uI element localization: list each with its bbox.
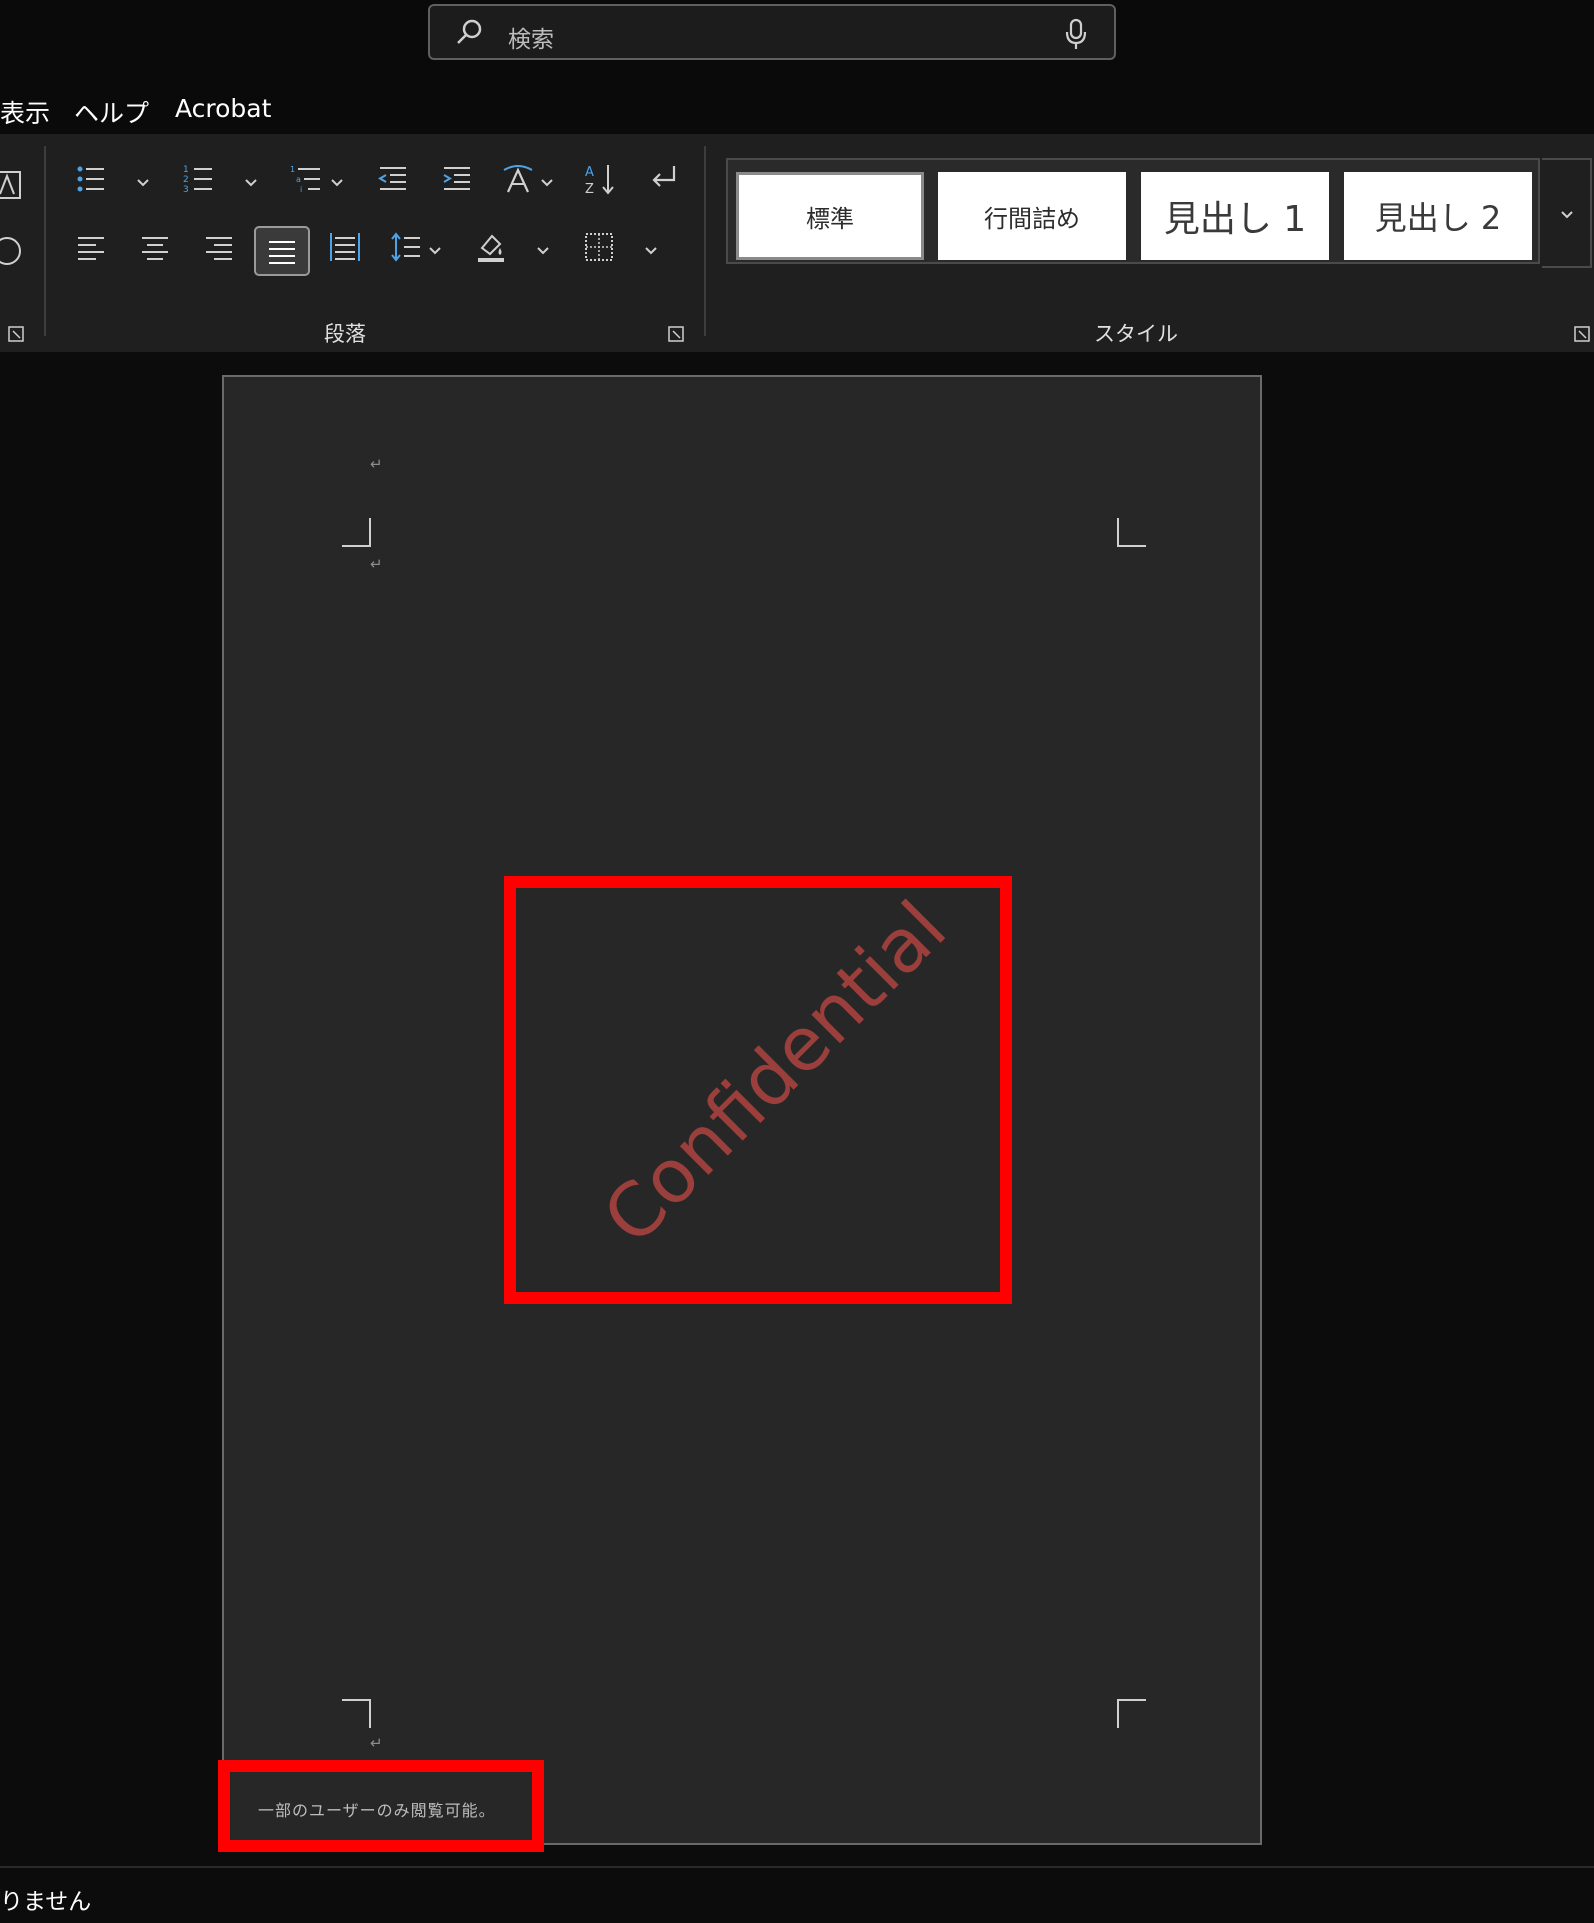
styles-group-label: スタイル — [1094, 322, 1178, 346]
style-normal-label: 標準 — [806, 204, 854, 233]
style-heading-2[interactable]: 見出し 2 — [1344, 172, 1532, 260]
borders-icon[interactable] — [582, 230, 616, 264]
bullets-icon[interactable] — [74, 162, 108, 196]
styles-more-button[interactable] — [1542, 158, 1592, 268]
search-box[interactable]: 検索 — [428, 4, 1116, 60]
watermark-highlight-box — [504, 876, 1012, 1304]
sort-icon[interactable]: A Z — [584, 162, 618, 196]
chevron-down-icon[interactable] — [428, 246, 442, 256]
chevron-down-icon[interactable] — [540, 178, 554, 188]
paragraph-group-label: 段落 — [324, 322, 366, 346]
microphone-icon[interactable] — [1064, 18, 1088, 50]
ribbon-separator — [704, 146, 706, 336]
style-heading-1[interactable]: 見出し 1 — [1141, 172, 1329, 260]
status-bar — [0, 1866, 1594, 1923]
styles-gallery: 標準 行間詰め 見出し 1 見出し 2 — [726, 158, 1540, 264]
footer-note: 一部のユーザーのみ閲覧可能。 — [258, 1801, 496, 1820]
font-dialog-launcher-icon[interactable] — [8, 326, 24, 342]
chevron-down-icon[interactable] — [330, 178, 344, 188]
paragraph-mark: ↵ — [370, 555, 383, 573]
justify-icon — [269, 241, 295, 264]
chevron-down-icon[interactable] — [244, 178, 258, 188]
status-text: りません — [0, 1889, 92, 1915]
decrease-indent-icon[interactable] — [376, 162, 410, 196]
style-heading-1-label: 見出し 1 — [1163, 199, 1307, 240]
search-placeholder: 検索 — [508, 27, 554, 53]
paragraph-mark: ↵ — [370, 1734, 383, 1752]
text-direction-icon[interactable] — [502, 162, 536, 196]
svg-text:a: a — [296, 175, 301, 184]
distributed-icon[interactable] — [328, 230, 362, 264]
svg-text:Z: Z — [585, 182, 594, 196]
style-no-spacing-label: 行間詰め — [984, 204, 1080, 233]
line-spacing-icon[interactable] — [390, 230, 424, 264]
shading-icon[interactable] — [474, 230, 508, 264]
styles-dialog-launcher-icon[interactable] — [1574, 326, 1590, 342]
style-normal[interactable]: 標準 — [736, 172, 924, 260]
chevron-down-icon — [1561, 211, 1573, 219]
style-heading-2-label: 見出し 2 — [1374, 199, 1502, 237]
chevron-down-icon[interactable] — [644, 246, 658, 256]
paragraph-dialog-launcher-icon[interactable] — [668, 326, 684, 342]
increase-indent-icon[interactable] — [440, 162, 474, 196]
menu-acrobat[interactable]: Acrobat — [175, 94, 271, 123]
margin-corner-mark — [342, 1699, 371, 1728]
ribbon: 1 2 3 1 a i A Z 段落 標準 行間詰め 見出し 1 見出し 2 ス… — [0, 134, 1594, 352]
svg-text:A: A — [585, 165, 594, 180]
svg-text:i: i — [300, 185, 302, 194]
align-left-icon[interactable] — [74, 230, 108, 264]
enclose-character-icon[interactable] — [0, 234, 24, 268]
numbering-icon[interactable]: 1 2 3 — [182, 162, 216, 196]
chevron-down-icon[interactable] — [136, 178, 150, 188]
justify-button[interactable] — [254, 226, 310, 276]
style-no-spacing[interactable]: 行間詰め — [938, 172, 1126, 260]
text-effects-icon[interactable] — [0, 168, 24, 202]
align-right-icon[interactable] — [202, 230, 236, 264]
chevron-down-icon[interactable] — [536, 246, 550, 256]
svg-text:2: 2 — [183, 175, 189, 185]
menu-help[interactable]: ヘルプ — [74, 94, 149, 130]
margin-corner-mark — [1117, 1699, 1146, 1728]
menu-bar: 表示 ヘルプ Acrobat — [0, 72, 1594, 134]
svg-text:1: 1 — [183, 165, 189, 175]
margin-corner-mark — [342, 518, 371, 547]
ribbon-separator — [44, 146, 46, 336]
paragraph-mark: ↵ — [370, 455, 383, 473]
margin-corner-mark — [1117, 518, 1146, 547]
multilevel-list-icon[interactable]: 1 a i — [290, 162, 324, 196]
align-center-icon[interactable] — [138, 230, 172, 264]
svg-text:1: 1 — [290, 165, 295, 174]
search-icon — [457, 19, 482, 44]
menu-view[interactable]: 表示 — [0, 94, 50, 130]
svg-text:3: 3 — [183, 185, 189, 195]
show-formatting-marks-icon[interactable] — [646, 162, 680, 196]
